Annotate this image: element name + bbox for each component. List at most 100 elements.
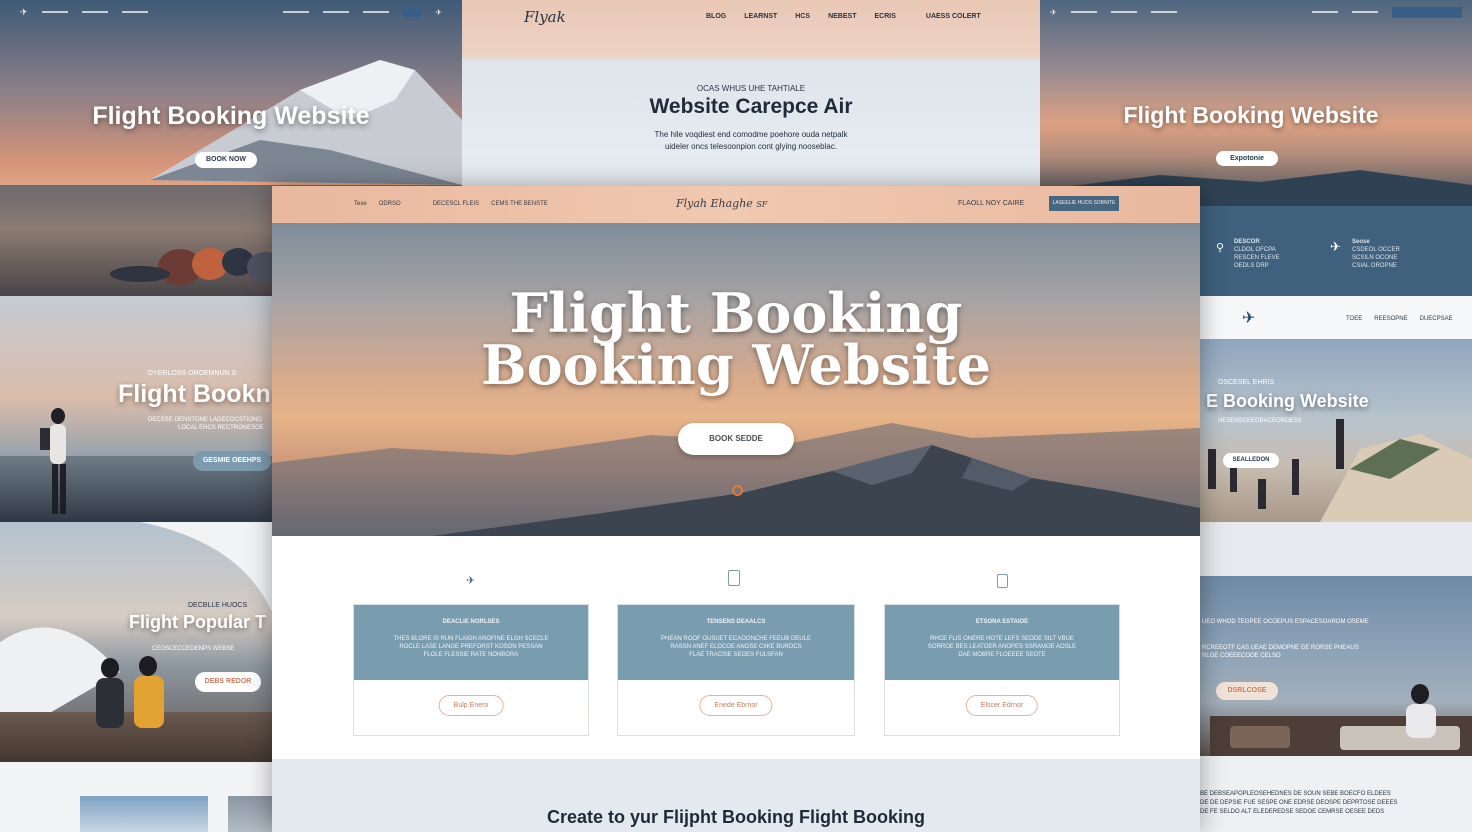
- hero-lines: DECSSE OENSTONE LAGECOCSTIONG LOCAL ENCS…: [148, 416, 264, 432]
- book-now-button[interactable]: BOOK NOW: [195, 152, 257, 168]
- eyebrow: DECBLLE HUOCS: [188, 602, 248, 609]
- feature-card: ETSONA ESTAIOE RHCE FLIS ONERE HOTE LEFS…: [884, 604, 1120, 736]
- cta-button[interactable]: GESMIE OEEHPS: [193, 451, 271, 471]
- feature-button[interactable]: Elscer Edrnor: [965, 695, 1039, 716]
- hero-title-line-2: Booking Website: [481, 333, 991, 397]
- text-block: BE DEBSEAPOPLEOSEHEDNES DE SOUN SEBE BOE…: [1200, 790, 1398, 817]
- pin-icon: ⚲: [1216, 242, 1225, 254]
- hero-cta-button[interactable]: BOOK SEDDE: [678, 423, 794, 455]
- hero-title: E Booking Website: [1206, 391, 1369, 411]
- feature-title: TENSENS DEAALCS: [706, 619, 766, 625]
- right-nav-strip: ✈ TOEE REESOPNE DUECPSAE: [1200, 296, 1472, 339]
- walking-people: [1208, 419, 1344, 509]
- nav-link[interactable]: NEBEST: [828, 13, 856, 20]
- eyebrow: OSCESEL EHRIS: [1218, 379, 1275, 386]
- right-features-strip: ⚲ DESCOR CLDOL OFCPA RESCEN FLEVE OEDLS …: [1200, 206, 1472, 296]
- couple-sitting: [96, 656, 164, 728]
- nav-link[interactable]: DECESCL FLEIS: [433, 201, 479, 207]
- feature-card-header: DEACLIE NORLSES THES BLORE IS RUN FLAIGH…: [354, 605, 588, 680]
- nav-link[interactable]: TOEE: [1346, 316, 1362, 322]
- logo-suffix: SF: [756, 200, 768, 209]
- clipboard-icon: [728, 570, 740, 586]
- feature-title: DEACLIE NORLSES: [442, 619, 500, 625]
- main-hero: Flight Booking Booking Website BOOK SEDD…: [272, 223, 1200, 536]
- clipboard-icon: [997, 574, 1008, 588]
- feature-line: DAE MOBRE FLOEEEE SEOTE: [958, 652, 1046, 658]
- subtitle-line: The hile voqdiest end comodme poehore ou…: [654, 130, 848, 139]
- nav-link[interactable]: REESOPNE: [1374, 316, 1407, 322]
- nav-link-right[interactable]: FLAOLL NOY CAIRE: [958, 200, 1024, 207]
- nav-link[interactable]: LEARNST: [744, 13, 777, 20]
- feature-button[interactable]: Enede Ebrnor: [699, 695, 773, 716]
- person-standing: [40, 408, 66, 514]
- feature-card-header: ETSONA ESTAIOE RHCE FLIS ONERE HOTE LEFS…: [885, 605, 1119, 680]
- nav-link[interactable]: ECRIS: [874, 13, 895, 20]
- feature-desc: THES BLORE IS RUN FLAIGH AROFINE ELGH SC…: [376, 635, 566, 659]
- text-line: DE FE SELDO ALT ELEDEREDSE SEDOE CEMRSE …: [1200, 809, 1385, 815]
- top-right-panel: ✈ Flight Booking Website Expotonie: [1040, 0, 1472, 206]
- feature-text: DESCOR CLDOL OFCPA RESCEN FLEVE OEDLS DR…: [1234, 238, 1280, 270]
- hero-line: DECSSE OENSTONE LAGECOCSTIONG: [148, 417, 262, 423]
- feature-line: ROCLE LASE LANGE PREFORST KOSON PESSAN: [399, 644, 543, 650]
- nav-link[interactable]: DUECPSAE: [1420, 316, 1453, 322]
- hero-line: NESENSCEEGBACEOROESS: [1218, 418, 1302, 424]
- main-logo[interactable]: Flyah Ehaghe SF: [676, 197, 767, 210]
- page-title: Website Carepce Air: [649, 95, 853, 118]
- top-center-panel: Flyak BLOG LEARNST HCS NEBEST ECRIS UAES…: [462, 0, 1040, 186]
- feature-card-header: TENSENS DEAALCS PHEAN ROOF OUSUET ECAOON…: [618, 605, 854, 680]
- top-center-nav: BLOG LEARNST HCS NEBEST ECRIS UAESS COLE…: [706, 13, 981, 20]
- nav-link[interactable]: Texe: [354, 201, 367, 207]
- plane-icon: ✈: [1330, 239, 1341, 254]
- eyebrow: OCAS WHUS UHE TAHTIALE: [696, 84, 806, 93]
- explore-button[interactable]: Expotonie: [1216, 151, 1278, 166]
- feature-line: RASSN ANEF ELOCOE ANOSE CIIKE BURDCS: [670, 644, 802, 650]
- main-nav-left: Texe ODRSO DECESCL FLEIS CEMS THE BENSTE: [354, 201, 548, 207]
- feature-line: CSIAL OROPNE: [1352, 263, 1397, 269]
- feature-card: DEACLIE NORLSES THES BLORE IS RUN FLAIGH…: [353, 604, 589, 736]
- hero-line: CEOSCECCEOENPS WEBSE: [152, 646, 235, 652]
- nav-cta-button[interactable]: LASEELIE HUOS SOBNITE: [1049, 196, 1119, 211]
- right-low-spacer: [1200, 522, 1472, 576]
- hero-title: Flight Booking Website: [1123, 102, 1379, 128]
- thumbnail-image[interactable]: [228, 796, 272, 832]
- left-low-panel: DECBLLE HUOCS Flight Popular T CEOSCECCE…: [0, 522, 272, 762]
- feature-line: SORROE BES LEATOER ANOPES SSRAMOE AOSLE: [927, 644, 1077, 650]
- bottom-band: Create to yur Flijpht Booking Flight Boo…: [272, 759, 1200, 832]
- logo-text: Flyah Ehaghe: [676, 197, 753, 210]
- feature-line: RESCEN FLEVE: [1234, 255, 1280, 261]
- thumbnail-image[interactable]: [80, 796, 208, 832]
- feature-line: RHCE FLIS ONERE HOTE LEFS SEODE SILT VBU…: [930, 636, 1074, 642]
- feature-text: Seose CSDEOL OCCER SCSILN OCONE CSIAL OR…: [1352, 238, 1400, 270]
- lounge-scene: [1210, 684, 1472, 756]
- nav-link[interactable]: HCS: [795, 13, 810, 20]
- text-line: BE DEBSEAPOPLEOSEHEDNES DE SOUN SEBE BOE…: [1200, 791, 1391, 797]
- feature-desc: PHEAN ROOF OUSUET ECAOONCHE FEEUB DEULE …: [640, 635, 832, 659]
- feature-line: PHEAN ROOF OUSUET ECAOONCHE FEEUB DEULE: [661, 636, 811, 642]
- feature-desc: RHCE FLIS ONERE HOTE LEFS SEODE SILT VBU…: [907, 635, 1097, 659]
- feature-line: SCSILN OCONE: [1352, 255, 1398, 261]
- right-bottom-text: BE DEBSEAPOPLEOSEHEDNES DE SOUN SEBE BOE…: [1200, 756, 1472, 832]
- feature-line: THES BLORE IS RUN FLAIGH AROFINE ELGH SC…: [393, 636, 549, 642]
- nav-link[interactable]: UAESS COLERT: [926, 13, 981, 20]
- hero-title: Flight Booking Website: [92, 102, 370, 130]
- feature-line: FLAE TRACISE SEOES FULSFAN: [689, 652, 783, 658]
- nav-link-blog[interactable]: BLOG: [706, 13, 726, 20]
- nav-link[interactable]: CEMS THE BENSTE: [491, 201, 548, 207]
- feature-line: OEDLS DRP: [1234, 263, 1269, 269]
- plane-logo-icon: ✈: [1242, 310, 1256, 327]
- feature-button[interactable]: Bulp Enero: [438, 695, 504, 716]
- hero-title: Flight Popular T: [129, 612, 266, 632]
- cta-button[interactable]: DEBS REDOR: [195, 672, 261, 692]
- eyebrow: DYERLOSS OROEMNUN S: [148, 370, 237, 377]
- cta-button[interactable]: SEALLEDON: [1223, 453, 1279, 468]
- feature-item: ✈: [1330, 238, 1341, 256]
- feature-title: ETSONA ESTAIOE: [975, 619, 1029, 625]
- carousel-dot[interactable]: [732, 485, 743, 496]
- nav-link[interactable]: ODRSO: [379, 201, 401, 207]
- hero-line: LOCAL ENCS RECTRONESOE: [178, 425, 264, 431]
- plane-icon: ✈: [466, 575, 476, 587]
- feature-item: ⚲: [1216, 238, 1224, 256]
- feature-line: FLOLE FLESSIE RATE NONBORA: [423, 652, 519, 658]
- logo[interactable]: Flyak: [524, 8, 566, 26]
- hero-title: Flight Bookn: [118, 380, 271, 408]
